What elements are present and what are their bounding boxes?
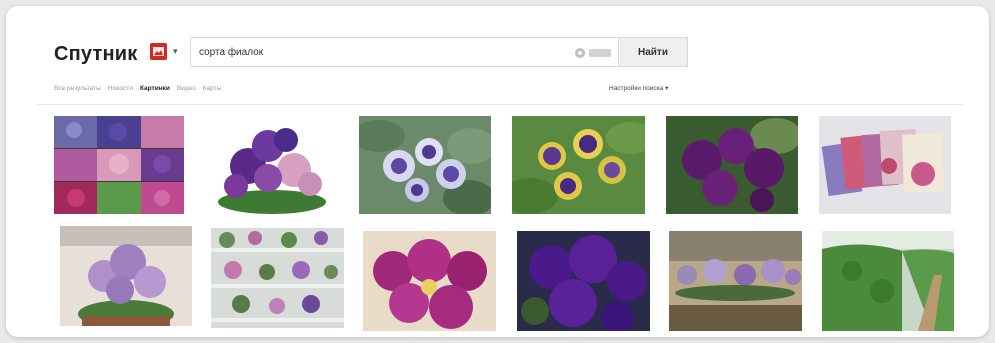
search-input[interactable] — [199, 44, 549, 60]
divider — [36, 104, 964, 105]
image-result[interactable] — [822, 231, 954, 331]
logo[interactable]: Спутник — [54, 42, 137, 66]
tab-maps[interactable]: Карты — [203, 83, 222, 95]
image-result[interactable] — [819, 116, 951, 214]
image-result[interactable] — [517, 231, 650, 331]
image-result[interactable] — [206, 116, 338, 214]
image-result[interactable] — [666, 116, 798, 214]
image-result[interactable] — [54, 116, 184, 214]
search-box — [190, 37, 618, 67]
image-result[interactable] — [211, 228, 344, 328]
image-result[interactable] — [669, 231, 802, 331]
sputnik-logo-icon[interactable] — [150, 43, 167, 60]
tab-images[interactable]: Картинки — [140, 83, 170, 95]
tab-news[interactable]: Новости — [108, 83, 133, 95]
chevron-down-icon[interactable]: ▾ — [173, 44, 178, 58]
clear-icon[interactable] — [575, 48, 585, 58]
keyboard-icon[interactable] — [589, 49, 611, 57]
search-page: Спутник ▾ Найти Все результаты Новости К… — [6, 6, 989, 337]
search-tabs: Все результаты Новости Картинки Видео Ка… — [54, 83, 221, 95]
search-button[interactable]: Найти — [618, 37, 688, 67]
tab-all-results[interactable]: Все результаты — [54, 83, 101, 95]
image-result[interactable] — [60, 226, 192, 326]
search-settings-link[interactable]: Настройки поиска ▾ — [609, 83, 668, 95]
image-result[interactable] — [363, 231, 496, 331]
tab-video[interactable]: Видео — [177, 83, 196, 95]
image-result[interactable] — [359, 116, 491, 214]
image-result[interactable] — [512, 116, 645, 214]
